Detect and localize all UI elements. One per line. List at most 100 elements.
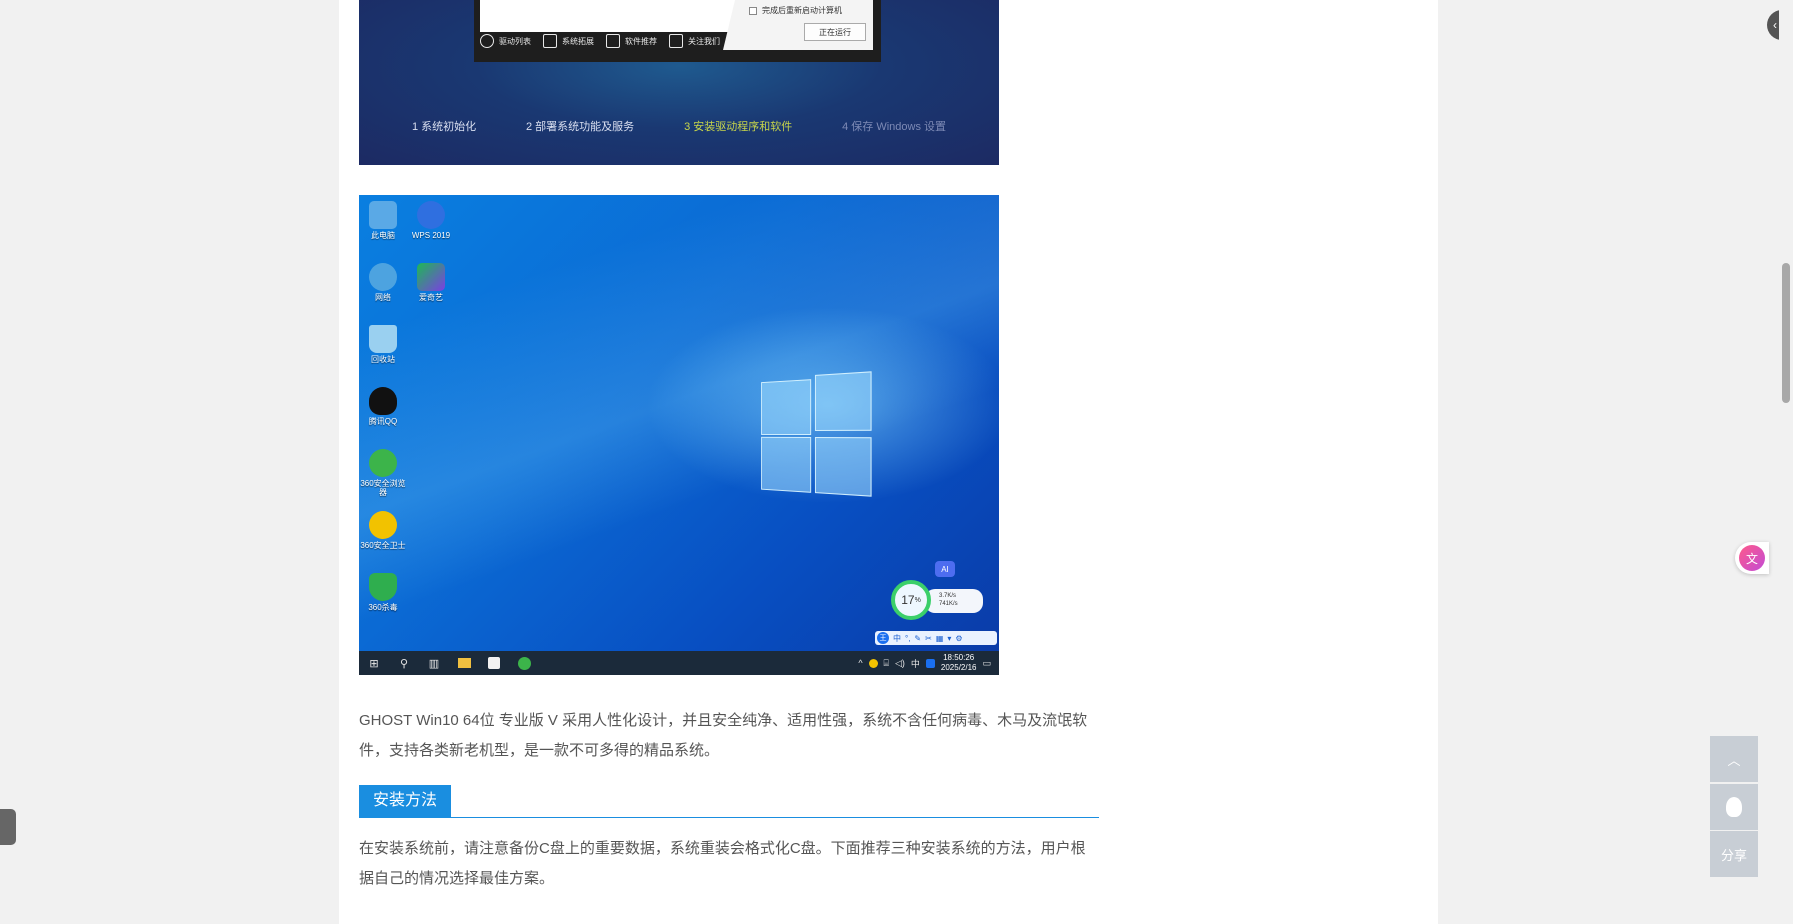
task-view-button[interactable]: ▥ [419,651,449,675]
desktop-icon-recycle-bin[interactable]: 回收站 [359,325,407,364]
keyboard-icon[interactable]: ▦ [936,634,944,643]
search-button[interactable]: ⚲ [389,651,419,675]
network-tray-icon[interactable]: ⌸ [884,658,889,669]
volume-icon[interactable]: ◁) [895,658,905,669]
memory-percent: 17 [901,593,915,607]
installer-steps: 1 系统初始化 2 部署系统功能及服务 3 安装驱动程序和软件 4 保存 Win… [359,118,999,134]
memory-usage-ring: 17% [891,580,931,620]
desktop-icon-360-guard[interactable]: 360安全卫士 [359,511,407,550]
taskbar-clock[interactable]: 18:50:26 2025/2/16 [941,653,977,673]
icon-label: 360安全浏览器 [360,479,406,497]
taskbar: ⊞ ⚲ ▥ ^ ⌸ ◁) 中 18:50:26 2025/2/16 ▭ [359,651,999,675]
pen-icon[interactable]: ✎ [914,634,921,643]
punctuation-icon[interactable]: °, [905,634,910,643]
scrollbar-thumb[interactable] [1782,263,1790,403]
desktop-icon-360-browser[interactable]: 360安全浏览器 [359,449,407,497]
network-icon [369,263,397,291]
chevron-up-icon[interactable]: ^ [858,658,862,668]
folder-icon [457,658,471,668]
gear-icon [480,34,494,48]
speed-panel: 3.7K/s 741K/s [925,589,983,613]
notification-icon[interactable]: ▭ [982,658,991,669]
installer-dialog: 完成后重新启动计算机 正在运行 驱动列表 系统拓展 软件推荐 关注我们 [474,0,881,62]
tool-label: 软件推荐 [625,36,657,46]
tool-follow-us[interactable]: 关注我们 [669,34,720,48]
tool-label: 系统拓展 [562,36,594,46]
download-speed: 741K/s [939,601,958,607]
settings-icon[interactable]: ⚙ [955,634,962,643]
step-1: 1 系统初始化 [411,121,477,133]
page-scrollbar[interactable] [1779,0,1793,924]
qq-icon [1726,797,1742,817]
icon-label: 腾讯QQ [368,417,398,426]
restart-checkbox-label: 完成后重新启动计算机 [762,6,842,15]
desktop-icon-iqiyi[interactable]: 爱奇艺 [407,263,455,302]
desktop-icon-wps[interactable]: WPS 2019 [407,201,455,240]
desktop-icon-computer[interactable]: 此电脑 [359,201,407,240]
section-heading: 安装方法 [359,785,1099,818]
document-icon [669,34,683,48]
task-view-icon: ▥ [428,657,440,670]
desktop-icon-network[interactable]: 网络 [359,263,407,302]
install-paragraph: 在安装系统前，请注意备份C盘上的重要数据，系统重装会格式化C盘。下面推荐三种安装… [359,840,1086,887]
left-edge-tab[interactable] [0,809,16,845]
windows-icon: ⊞ [369,657,379,670]
desktop-icon-qq[interactable]: 腾讯QQ [359,387,407,426]
network-speed-widget[interactable]: 3.7K/s 741K/s 17% [891,580,987,622]
restart-checkbox[interactable]: 完成后重新启动计算机 [749,5,842,16]
iqiyi-icon [417,263,445,291]
start-button[interactable]: ⊞ [359,651,389,675]
clock-time: 18:50:26 [943,653,975,662]
store-icon [488,657,500,669]
tool-label: 驱动列表 [499,36,531,46]
ai-badge[interactable]: AI [935,561,955,577]
browser-360-button[interactable] [509,651,539,675]
explorer-button[interactable] [449,651,479,675]
icon-label: 回收站 [371,355,395,364]
tool-label: 关注我们 [688,36,720,46]
percent-unit: % [914,596,921,604]
upload-speed: 3.7K/s [939,593,957,599]
monitor-icon [543,34,557,48]
ime-tray-icon[interactable] [925,658,935,668]
recycle-bin-icon [369,325,397,353]
tool-driver-list[interactable]: 驱动列表 [480,34,531,48]
running-button[interactable]: 正在运行 [804,23,866,41]
wps-icon [417,201,445,229]
tool-software[interactable]: 软件推荐 [606,34,657,48]
installer-toolbar: 驱动列表 系统拓展 软件推荐 关注我们 [480,34,720,48]
share-label: 分享 [1720,847,1747,863]
guard-360-icon [369,511,397,539]
ime-toolbar[interactable]: 王 中 °, ✎ ✂ ▦ ▾ ⚙ [875,631,997,645]
checkbox-box[interactable] [749,6,757,15]
ime-mode[interactable]: 中 [893,633,901,644]
translate-button[interactable]: 文 [1735,542,1769,574]
share-button[interactable]: 分享 [1710,831,1758,877]
tool-system-extend[interactable]: 系统拓展 [543,34,594,48]
chevron-left-icon: ‹ [1773,18,1777,32]
step-3: 3 安装驱动程序和软件 [684,121,793,133]
tools-icon[interactable]: ✂ [925,634,932,643]
windows-logo [761,371,874,497]
antivirus-360-icon [369,573,397,601]
browser-360-icon [517,656,531,670]
store-button[interactable] [479,651,509,675]
list-icon [606,34,620,48]
skin-icon[interactable]: ▾ [947,634,951,643]
icon-label: 网络 [375,293,391,302]
section-title: 安装方法 [359,785,452,817]
desktop-screenshot: 此电脑 WPS 2019 网络 爱奇艺 回收站 腾讯QQ 360安全浏览器 36… [359,195,999,675]
icon-label: 爱奇艺 [419,293,443,302]
back-to-top-button[interactable]: ︿ [1710,736,1758,782]
qq-contact-button[interactable] [1710,784,1758,830]
chevron-up-icon: ︿ [1727,752,1741,768]
system-tray: ^ ⌸ ◁) 中 18:50:26 2025/2/16 ▭ [858,653,999,673]
clock-date: 2025/2/16 [940,663,977,672]
qq-icon [369,387,397,415]
desktop-icon-360-antivirus[interactable]: 360杀毒 [359,573,407,612]
tray-app-icon[interactable] [868,658,878,668]
browser-360-icon [369,449,397,477]
icon-label: 此电脑 [371,231,395,240]
step-4: 4 保存 Windows 设置 [842,121,947,133]
ime-tray-label[interactable]: 中 [911,657,920,670]
